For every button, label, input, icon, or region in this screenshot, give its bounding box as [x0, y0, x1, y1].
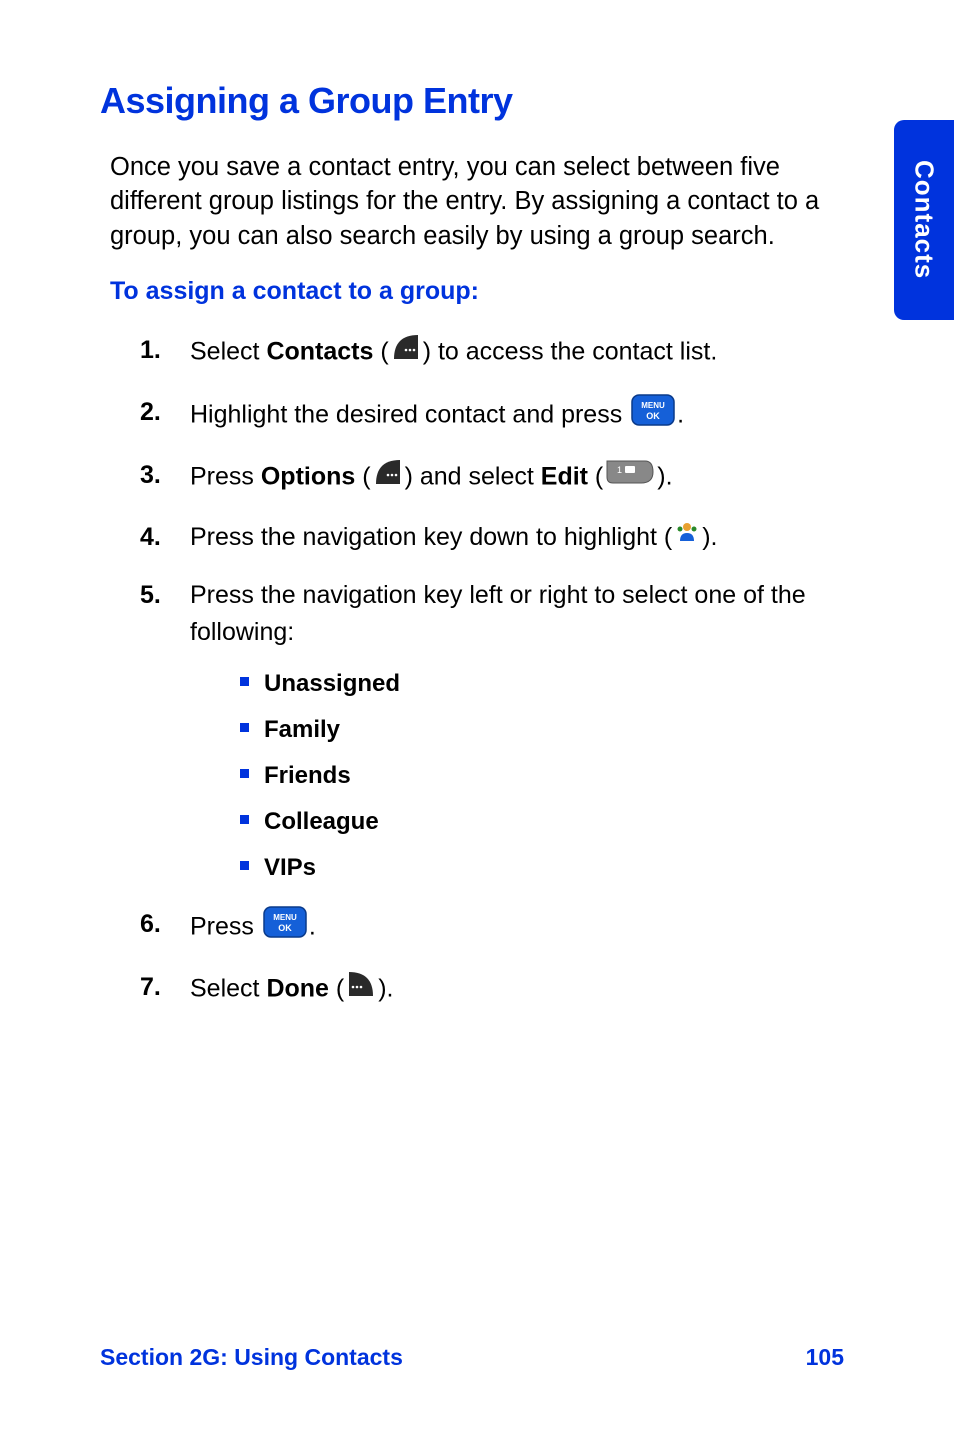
- step-text-pre: Select: [190, 975, 266, 1003]
- group-option: VIPs: [240, 850, 844, 886]
- step-text-pre: Highlight the desired contact and press: [190, 400, 629, 428]
- step-text-pre: Press the navigation key down to highlig…: [190, 523, 672, 551]
- group-option: Friends: [240, 758, 844, 794]
- softkey-right-icon: [391, 332, 421, 374]
- step-bold-1: Options: [261, 463, 355, 491]
- group-option: Colleague: [240, 804, 844, 840]
- step-number: 5.: [140, 577, 161, 615]
- step-text-pre: Press: [190, 463, 261, 491]
- page-title: Assigning a Group Entry: [100, 80, 844, 122]
- group-options-list: Unassigned Family Friends Colleague VIPs: [190, 666, 844, 886]
- svg-text:OK: OK: [646, 411, 660, 421]
- step-6: 6. Press MENUOK.: [140, 906, 844, 950]
- step-number: 3.: [140, 457, 161, 495]
- page-content: Assigning a Group Entry Once you save a …: [0, 0, 954, 1011]
- menu-ok-key-icon: MENUOK: [263, 906, 307, 950]
- step-number: 6.: [140, 906, 161, 944]
- footer-section: Section 2G: Using Contacts: [100, 1344, 403, 1371]
- step-text-post: to access the contact list.: [431, 338, 717, 366]
- step-5: 5. Press the navigation key left or righ…: [140, 577, 844, 886]
- step-text: Press the navigation key left or right t…: [190, 581, 806, 647]
- step-number: 1.: [140, 332, 161, 370]
- menu-ok-key-icon: MENUOK: [631, 394, 675, 438]
- page-footer: Section 2G: Using Contacts 105: [100, 1344, 844, 1371]
- step-1: 1. Select Contacts () to access the cont…: [140, 332, 844, 374]
- svg-text:MENU: MENU: [273, 913, 297, 922]
- step-number: 2.: [140, 394, 161, 432]
- step-number: 4.: [140, 519, 161, 557]
- softkey-left-icon: [346, 969, 376, 1011]
- intro-paragraph: Once you save a contact entry, you can s…: [100, 150, 844, 253]
- svg-text:1: 1: [617, 465, 622, 475]
- svg-text:OK: OK: [278, 923, 292, 933]
- footer-page-number: 105: [806, 1344, 844, 1371]
- subheading: To assign a contact to a group:: [100, 277, 844, 306]
- step-4: 4. Press the navigation key down to high…: [140, 519, 844, 557]
- edit-key-icon: 1: [605, 459, 655, 497]
- step-2: 2. Highlight the desired contact and pre…: [140, 394, 844, 438]
- step-bold-2: Edit: [541, 463, 588, 491]
- step-7: 7. Select Done ().: [140, 969, 844, 1011]
- step-bold: Done: [266, 975, 329, 1003]
- softkey-right-icon: [373, 457, 403, 499]
- step-text-pre: Select: [190, 338, 266, 366]
- steps-list: 1. Select Contacts () to access the cont…: [100, 332, 844, 1011]
- step-text-mid: and select: [413, 463, 541, 491]
- step-text-post: ).: [702, 523, 717, 551]
- step-3: 3. Press Options () and select Edit (1).: [140, 457, 844, 499]
- step-text-pre: Press: [190, 912, 261, 940]
- step-number: 7.: [140, 969, 161, 1007]
- side-tab-label: Contacts: [909, 160, 940, 279]
- step-bold: Contacts: [266, 338, 373, 366]
- side-tab: Contacts: [894, 120, 954, 320]
- group-option: Unassigned: [240, 666, 844, 702]
- group-icon: [674, 519, 700, 557]
- svg-text:MENU: MENU: [641, 401, 665, 410]
- group-option: Family: [240, 712, 844, 748]
